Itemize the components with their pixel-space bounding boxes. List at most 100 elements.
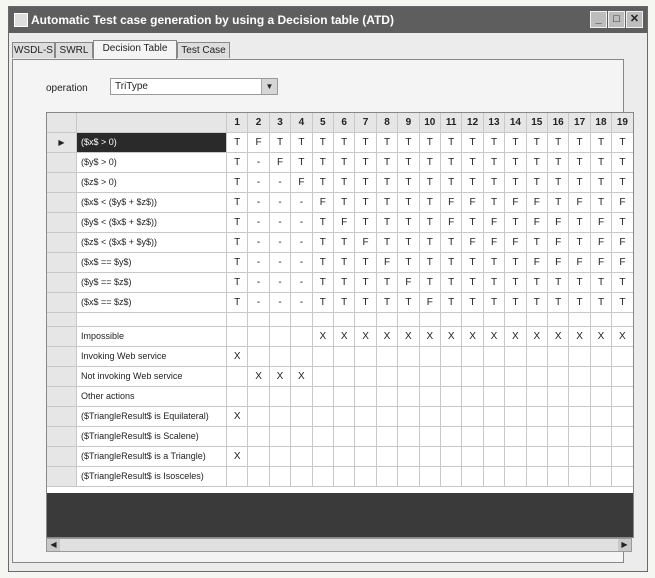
table-cell[interactable] [376, 347, 399, 367]
table-cell[interactable]: T [462, 213, 484, 233]
table-cell[interactable] [612, 447, 633, 467]
table-cell[interactable]: T [355, 153, 377, 173]
table-cell[interactable]: T [398, 233, 420, 253]
table-cell[interactable]: T [312, 133, 334, 153]
table-cell[interactable]: F [291, 173, 313, 193]
table-cell[interactable]: T [227, 253, 249, 273]
table-cell[interactable]: X [376, 327, 399, 347]
table-cell[interactable] [505, 427, 527, 447]
table-cell[interactable]: X [505, 327, 527, 347]
row-header[interactable] [47, 293, 77, 313]
table-cell[interactable]: F [612, 233, 633, 253]
table-cell[interactable] [355, 447, 377, 467]
table-cell[interactable]: X [312, 327, 334, 347]
table-cell[interactable]: F [526, 193, 548, 213]
table-cell[interactable] [505, 467, 527, 487]
table-cell[interactable]: T [441, 133, 463, 153]
table-cell[interactable] [312, 367, 334, 387]
table-cell[interactable]: F [483, 213, 506, 233]
table-cell[interactable]: - [248, 213, 270, 233]
table-cell[interactable]: F [548, 213, 570, 233]
table-cell[interactable]: T [419, 233, 441, 253]
table-cell[interactable]: T [483, 293, 506, 313]
table-cell[interactable]: X [419, 327, 441, 347]
table-cell[interactable]: T [441, 173, 463, 193]
table-cell[interactable]: T [312, 173, 334, 193]
table-cell[interactable] [548, 467, 570, 487]
action-label[interactable]: Other actions [77, 387, 227, 407]
maximize-button[interactable]: □ [608, 11, 625, 28]
table-cell[interactable]: T [441, 273, 463, 293]
table-cell[interactable] [291, 427, 313, 447]
table-cell[interactable]: T [227, 133, 249, 153]
table-cell[interactable]: T [590, 153, 613, 173]
table-cell[interactable] [334, 367, 356, 387]
table-cell[interactable]: T [376, 293, 399, 313]
table-cell[interactable] [569, 387, 591, 407]
table-cell[interactable]: T [419, 153, 441, 173]
table-cell[interactable]: T [505, 213, 527, 233]
table-cell[interactable] [548, 347, 570, 367]
table-cell[interactable] [569, 407, 591, 427]
table-cell[interactable] [505, 407, 527, 427]
table-cell[interactable]: T [419, 253, 441, 273]
action-label[interactable]: ($TriangleResult$ is Equilateral) [77, 407, 227, 427]
table-cell[interactable] [419, 367, 441, 387]
table-cell[interactable] [569, 367, 591, 387]
table-cell[interactable]: - [248, 193, 270, 213]
action-label[interactable]: Invoking Web service [77, 347, 227, 367]
table-cell[interactable] [462, 447, 484, 467]
table-cell[interactable]: T [376, 233, 399, 253]
table-cell[interactable]: T [526, 293, 548, 313]
table-cell[interactable]: T [462, 173, 484, 193]
table-cell[interactable] [590, 347, 613, 367]
table-cell[interactable]: T [441, 233, 463, 253]
table-cell[interactable]: X [526, 327, 548, 347]
table-cell[interactable]: T [462, 253, 484, 273]
table-cell[interactable]: X [612, 327, 633, 347]
row-header[interactable] [47, 387, 77, 407]
table-cell[interactable]: F [248, 133, 270, 153]
table-cell[interactable] [612, 467, 633, 487]
table-cell[interactable]: F [462, 193, 484, 213]
chevron-down-icon[interactable]: ▼ [261, 79, 277, 94]
table-cell[interactable] [505, 387, 527, 407]
table-cell[interactable]: - [248, 273, 270, 293]
table-cell[interactable]: T [526, 233, 548, 253]
table-cell[interactable] [526, 367, 548, 387]
table-cell[interactable] [419, 407, 441, 427]
table-cell[interactable] [441, 367, 463, 387]
table-cell[interactable]: - [269, 273, 292, 293]
table-cell[interactable]: - [269, 293, 292, 313]
table-cell[interactable] [312, 427, 334, 447]
table-cell[interactable] [355, 467, 377, 487]
table-cell[interactable]: F [548, 233, 570, 253]
table-cell[interactable] [291, 447, 313, 467]
table-cell[interactable]: T [398, 153, 420, 173]
table-cell[interactable] [334, 387, 356, 407]
table-cell[interactable]: T [612, 133, 633, 153]
table-cell[interactable] [441, 467, 463, 487]
table-cell[interactable]: X [355, 327, 377, 347]
row-header[interactable] [47, 467, 77, 487]
table-cell[interactable] [590, 387, 613, 407]
row-header[interactable] [47, 367, 77, 387]
table-cell[interactable] [312, 407, 334, 427]
table-cell[interactable]: - [248, 153, 270, 173]
table-cell[interactable]: T [612, 173, 633, 193]
table-cell[interactable] [569, 467, 591, 487]
table-cell[interactable]: F [548, 253, 570, 273]
table-cell[interactable]: T [505, 133, 527, 153]
table-cell[interactable] [376, 367, 399, 387]
table-cell[interactable]: T [612, 213, 633, 233]
table-cell[interactable]: - [248, 253, 270, 273]
table-cell[interactable] [398, 467, 420, 487]
table-cell[interactable]: T [590, 273, 613, 293]
table-cell[interactable]: T [569, 293, 591, 313]
table-cell[interactable]: T [376, 173, 399, 193]
table-cell[interactable]: T [398, 213, 420, 233]
table-cell[interactable]: F [612, 253, 633, 273]
table-cell[interactable]: T [312, 213, 334, 233]
table-cell[interactable] [612, 347, 633, 367]
table-cell[interactable] [248, 467, 270, 487]
